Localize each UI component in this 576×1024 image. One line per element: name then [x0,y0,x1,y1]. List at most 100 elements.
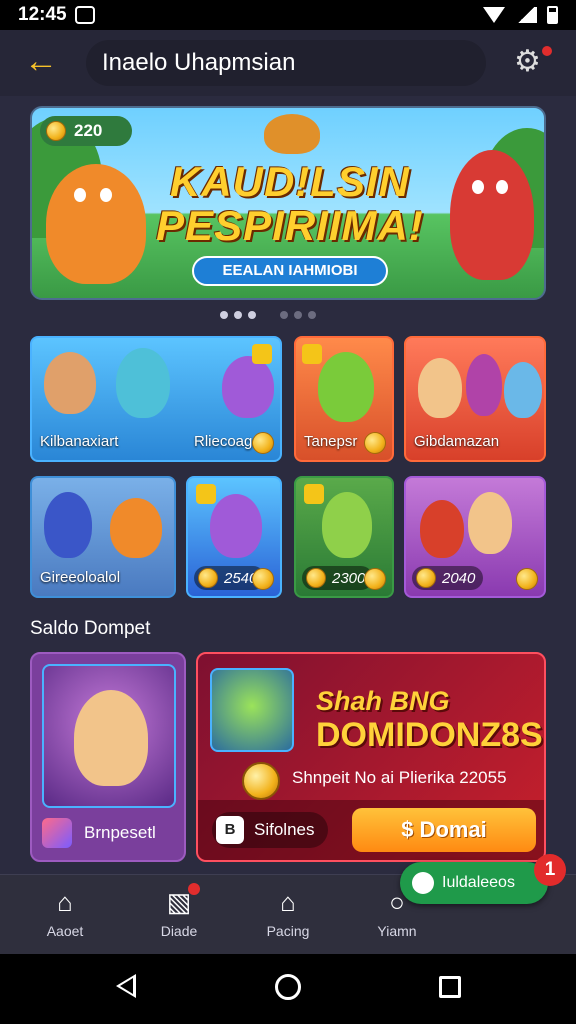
pay-button[interactable]: $ Domai [352,808,536,852]
home-circle-icon [275,974,301,1000]
header-title-field[interactable]: Inaelo Uhapmsian [86,40,486,86]
coin-balance: 220 [74,121,103,140]
wallet-card-right: Shah BNG DOMIDONZ8S! Shnpeit No ai Plier… [196,652,546,862]
mascot-character-art [264,114,320,154]
character-art [468,492,512,554]
payment-method-selector[interactable]: B Sifolnes [212,812,329,848]
coin-icon [364,568,386,590]
coin-icon [306,568,326,588]
coin-price-pill: 2300 [302,566,374,590]
system-navigation-bar [0,954,576,1024]
nav-label: Aaoet [46,923,84,939]
game-title: Gibdamazan [414,433,500,450]
nav-label: Pacing [266,923,310,939]
nav-label: Yiamn [377,923,417,939]
game-price: 2300 [332,569,366,587]
game-icon [42,818,72,848]
payment-method-label: Sifolnes [254,820,315,839]
payment-method-icon: B [216,816,244,844]
character-art [318,352,374,422]
game-tile-kilbanaxiart[interactable]: Kilbanaxiart Rliecoagr [30,336,282,462]
cart-badge [188,883,200,895]
star-badge-icon [304,484,324,504]
wallet-headline-2: DOMIDONZ8S! [316,716,546,754]
character-art [44,352,96,414]
banner-pagination[interactable] [220,311,316,319]
home-button[interactable] [268,974,308,1004]
home-icon: ⌂ [57,887,73,917]
nav-item-home[interactable]: ⌂ Aaoet [20,887,110,939]
coin-icon [252,568,274,590]
recents-square-icon [439,976,461,998]
wallet-left-label: Brnpesetl [84,823,156,842]
character-art-figure [74,690,148,786]
network-settings-icon[interactable]: ⚙ [514,44,554,84]
status-bar: 12:45 [0,0,576,30]
banner-title-line2: PESPIRIIMA! [156,202,424,249]
fab-count-badge: 1 [534,854,566,886]
game-tile-tanepsr[interactable]: Tanepsr [294,336,394,462]
promo-banner[interactable]: 220 KAUD!LSIN PESPIRIIMA! EEALAN IAHMIOB… [30,106,546,300]
coin-icon [252,432,274,454]
pagination-dot-active[interactable] [220,311,228,319]
banner-title-line1: KAUD!LSIN [170,158,410,205]
game-tile-2040[interactable]: 2040 [404,476,546,598]
coin-balance-pill: 220 [40,116,132,146]
character-art [420,500,464,558]
game-tile-gibdamazan[interactable]: Gibdamazan [404,336,546,462]
signal-icon [515,7,537,23]
pagination-dot[interactable] [234,311,242,319]
character-art [322,492,372,558]
nav-item-cart[interactable]: ▧ Diade [134,883,224,939]
coin-icon [242,762,280,800]
character-art [210,494,262,558]
wallet-headline-1: Shah BNG [316,686,450,716]
nav-label: Diade [160,923,198,939]
star-badge-icon [252,344,272,364]
fab-label: Iuldaleeos [442,874,515,891]
app-screen: ← Inaelo Uhapmsian ⚙ 220 KAUD!LSIN PESPI… [0,30,576,954]
pagination-dot[interactable] [308,311,316,319]
wifi-icon [483,7,505,23]
pagination-dot[interactable] [248,311,256,319]
cart-icon: ▧ [164,883,200,917]
section-title: Saldo Dompet [30,618,151,639]
top-bar: ← Inaelo Uhapmsian ⚙ [0,30,576,96]
character-art [466,354,502,416]
notification-icon [74,6,95,24]
recents-button[interactable] [430,974,470,1004]
game-tile-2540[interactable]: 2540 [186,476,282,598]
status-icons [483,6,558,24]
status-time: 12:45 [18,4,67,25]
pagination-dot[interactable] [294,311,302,319]
chat-icon [412,872,434,894]
store-icon: ⌂ [280,887,296,917]
wallet-card-left[interactable]: Brnpesetl [30,652,186,862]
game-tile-gireeoloalol[interactable]: Gireeoloalol [30,476,176,598]
nav-item-store[interactable]: ⌂ Pacing [243,887,333,939]
character-art [222,356,274,418]
game-price: 2040 [442,569,476,587]
chat-fab-button[interactable]: Iuldaleeos [400,862,548,904]
game-tile-2300[interactable]: 2300 [294,476,394,598]
character-art [42,664,176,808]
wallet-info: Shnpeit No ai Plierika 22055 [292,768,507,787]
back-triangle-icon [116,974,136,998]
coin-icon [46,121,66,141]
pagination-dot[interactable] [280,311,288,319]
banner-cta-button[interactable]: EEALAN IAHMIOBI [192,256,388,286]
star-badge-icon [302,344,322,364]
coin-icon [198,568,218,588]
character-art [116,348,170,418]
character-art [210,668,294,752]
battery-icon [547,6,558,24]
character-art [44,492,92,558]
game-title: Tanepsr [304,433,358,450]
character-art [110,498,162,558]
page-title: Inaelo Uhapmsian [102,49,296,76]
coin-price-pill: 2040 [412,566,484,590]
coin-icon [416,568,436,588]
share-glyph-icon: ⚙ [514,45,541,78]
arrow-left-icon[interactable]: ← [24,44,58,80]
back-button[interactable] [116,974,156,1004]
